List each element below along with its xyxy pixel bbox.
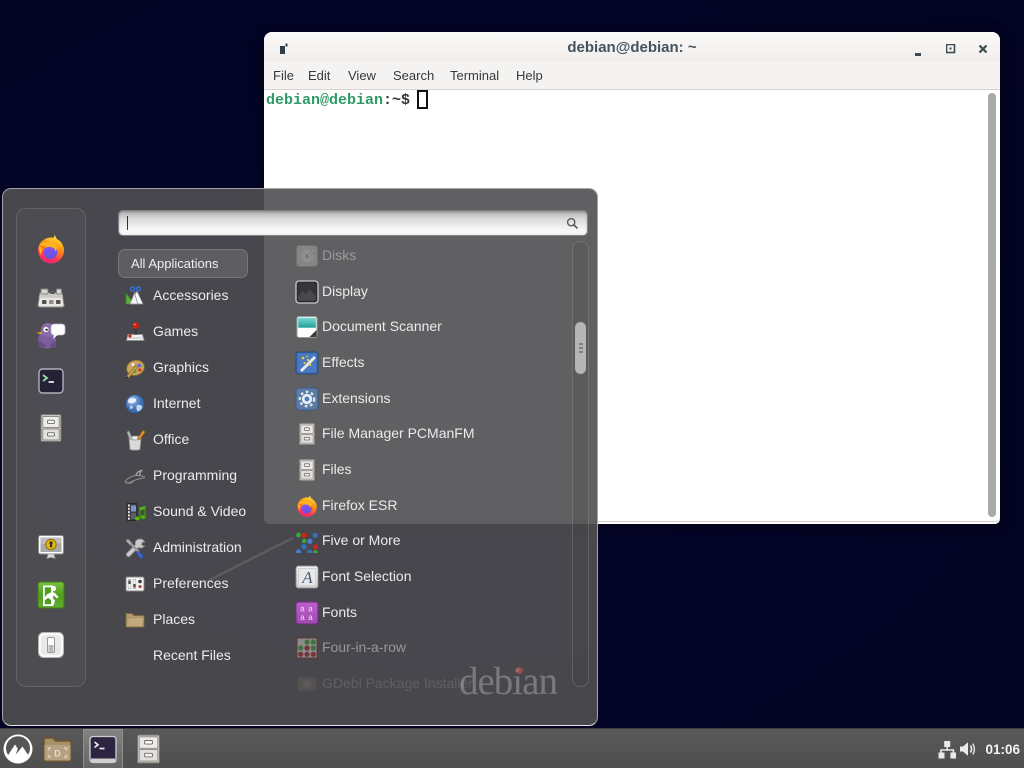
svg-text:a: a [300,613,305,622]
svg-text:D: D [54,749,61,759]
svg-text:a: a [308,613,313,622]
svg-text:A: A [301,568,313,587]
